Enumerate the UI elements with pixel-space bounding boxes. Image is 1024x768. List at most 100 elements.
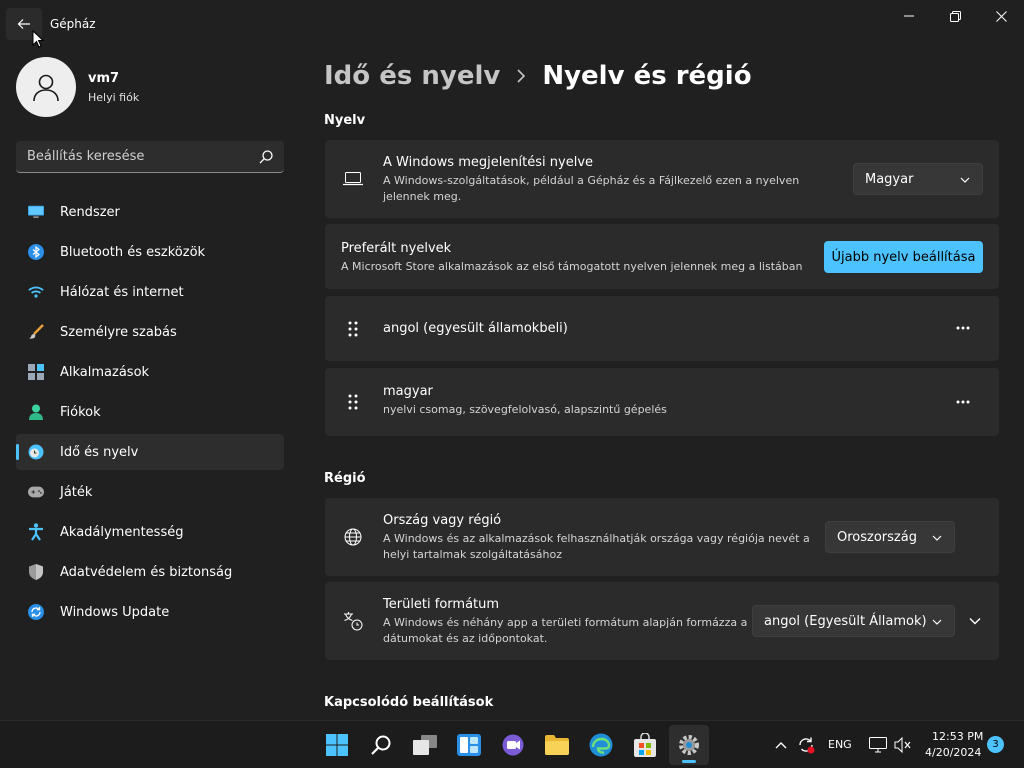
search-icon[interactable] bbox=[258, 149, 274, 165]
store-button[interactable] bbox=[625, 725, 665, 765]
chevron-down-icon bbox=[960, 177, 970, 183]
sidebar-item-label: Idő és nyelv bbox=[60, 444, 139, 460]
language-item-english[interactable]: angol (egyesült államokbeli) bbox=[325, 296, 999, 361]
clock-date[interactable]: 4/20/2024 bbox=[925, 746, 981, 759]
teams-chat-button[interactable] bbox=[493, 725, 533, 765]
more-options-button[interactable] bbox=[949, 314, 977, 342]
sidebar-item-network[interactable]: Hálózat és internet bbox=[16, 274, 284, 310]
network-icon[interactable] bbox=[868, 735, 888, 755]
sidebar-item-personalization[interactable]: Személyre szabás bbox=[16, 314, 284, 350]
sidebar-item-bluetooth[interactable]: Bluetooth és eszközök bbox=[16, 234, 284, 270]
notification-badge[interactable]: 3 bbox=[987, 736, 1004, 753]
globe-icon bbox=[343, 527, 363, 547]
clock-time[interactable]: 12:53 PM bbox=[932, 730, 983, 743]
maximize-button[interactable] bbox=[932, 0, 978, 32]
sidebar-item-system[interactable]: Rendszer bbox=[16, 194, 284, 230]
clock-globe-icon bbox=[28, 444, 44, 460]
sidebar-item-gaming[interactable]: Játék bbox=[16, 474, 284, 510]
more-options-button[interactable] bbox=[949, 388, 977, 416]
title-bar: Gépház bbox=[0, 0, 1024, 48]
task-view-button[interactable] bbox=[405, 725, 445, 765]
person-icon bbox=[28, 404, 44, 420]
sidebar-item-label: Akadálymentesség bbox=[60, 524, 184, 540]
volume-muted-icon[interactable] bbox=[893, 735, 913, 755]
display-language-card: A Windows megjelenítési nyelve A Windows… bbox=[325, 140, 999, 218]
wifi-icon bbox=[28, 284, 44, 300]
settings-search[interactable] bbox=[16, 141, 284, 173]
laptop-icon bbox=[343, 169, 363, 189]
display-language-title: A Windows megjelenítési nyelve bbox=[383, 155, 594, 170]
accessibility-icon bbox=[28, 523, 44, 541]
breadcrumb-parent[interactable]: Idő és nyelv bbox=[324, 61, 500, 91]
chevron-right-icon bbox=[500, 69, 542, 83]
chevron-up-icon[interactable] bbox=[771, 735, 791, 755]
settings-app-button[interactable] bbox=[669, 725, 709, 765]
sidebar-item-label: Windows Update bbox=[60, 604, 170, 620]
expand-button[interactable] bbox=[961, 607, 989, 635]
preferred-languages-card: Preferált nyelvek A Microsoft Store alka… bbox=[325, 224, 999, 289]
widgets-icon bbox=[457, 734, 481, 756]
display-language-dropdown[interactable]: Magyar bbox=[853, 163, 983, 195]
gear-icon bbox=[679, 735, 699, 755]
sidebar-item-privacy[interactable]: Adatvédelem és biztonság bbox=[16, 554, 284, 590]
mouse-cursor-icon bbox=[32, 30, 44, 48]
edge-button[interactable] bbox=[581, 725, 621, 765]
page-title: Nyelv és régió bbox=[542, 61, 752, 91]
regional-format-value: angol (Egyesült Államok) bbox=[764, 613, 927, 629]
user-icon bbox=[33, 74, 59, 102]
add-language-button[interactable]: Újabb nyelv beállítása bbox=[824, 241, 983, 273]
brush-icon bbox=[28, 324, 44, 340]
update-icon bbox=[28, 604, 44, 620]
language-name: magyar bbox=[383, 384, 433, 399]
preferred-languages-title: Preferált nyelvek bbox=[341, 241, 452, 256]
chevron-down-icon bbox=[932, 535, 942, 541]
preferred-languages-description: A Microsoft Store alkalmazások az első t… bbox=[341, 260, 803, 273]
task-view-icon bbox=[413, 735, 437, 755]
chat-icon bbox=[502, 734, 524, 756]
sidebar-item-label: Bluetooth és eszközök bbox=[60, 244, 206, 260]
sidebar-item-label: Adatvédelem és biztonság bbox=[60, 564, 233, 580]
start-button[interactable] bbox=[317, 725, 357, 765]
widgets-button[interactable] bbox=[449, 725, 489, 765]
chevron-down-icon bbox=[932, 619, 942, 625]
gamepad-icon bbox=[28, 484, 44, 500]
regional-format-dropdown[interactable]: angol (Egyesült Államok) bbox=[752, 605, 955, 637]
app-title: Gépház bbox=[50, 17, 96, 31]
sidebar-item-time-language[interactable]: Idő és nyelv bbox=[16, 434, 284, 470]
sidebar-item-accessibility[interactable]: Akadálymentesség bbox=[16, 514, 284, 550]
chevron-down-icon bbox=[969, 618, 981, 625]
user-profile[interactable]: vm7 Helyi fiók bbox=[16, 57, 286, 117]
taskbar: ENG 12:53 PM 4/20/2024 bbox=[0, 720, 1024, 768]
breadcrumb: Idő és nyelv Nyelv és régió bbox=[324, 58, 752, 94]
file-explorer-button[interactable] bbox=[537, 725, 577, 765]
monitor-icon bbox=[28, 204, 44, 220]
sidebar-item-apps[interactable]: Alkalmazások bbox=[16, 354, 284, 390]
display-language-description: A Windows-szolgáltatások, például a Géph… bbox=[383, 174, 800, 203]
sync-icon[interactable] bbox=[796, 735, 816, 755]
regional-format-icon bbox=[343, 611, 363, 631]
bluetooth-icon bbox=[28, 244, 44, 260]
minimize-button[interactable] bbox=[886, 0, 932, 32]
drag-handle-icon[interactable] bbox=[345, 393, 361, 411]
language-features: nyelvi csomag, szövegfelolvasó, alapszin… bbox=[383, 403, 667, 416]
more-icon bbox=[956, 400, 970, 404]
drag-handle-icon[interactable] bbox=[345, 320, 361, 338]
sidebar-item-label: Rendszer bbox=[60, 204, 120, 220]
account-type: Helyi fiók bbox=[88, 91, 140, 104]
country-region-description: A Windows és az alkalmazások felhasználh… bbox=[383, 532, 810, 561]
language-item-hungarian[interactable]: magyar nyelvi csomag, szövegfelolvasó, a… bbox=[325, 368, 999, 436]
sidebar-item-accounts[interactable]: Fiókok bbox=[16, 394, 284, 430]
search-input[interactable] bbox=[16, 141, 252, 172]
back-arrow-icon bbox=[17, 19, 30, 29]
country-region-title: Ország vagy régió bbox=[383, 513, 502, 528]
sidebar-item-windows-update[interactable]: Windows Update bbox=[16, 594, 284, 630]
country-region-dropdown[interactable]: Oroszország bbox=[825, 521, 955, 553]
display-language-value: Magyar bbox=[865, 171, 914, 187]
input-language[interactable]: ENG bbox=[828, 738, 852, 751]
taskbar-search-button[interactable] bbox=[361, 725, 401, 765]
minimize-icon bbox=[904, 15, 914, 17]
search-icon bbox=[371, 735, 391, 755]
active-app-indicator bbox=[682, 760, 696, 763]
country-region-value: Oroszország bbox=[837, 529, 917, 545]
close-button[interactable] bbox=[978, 0, 1024, 32]
